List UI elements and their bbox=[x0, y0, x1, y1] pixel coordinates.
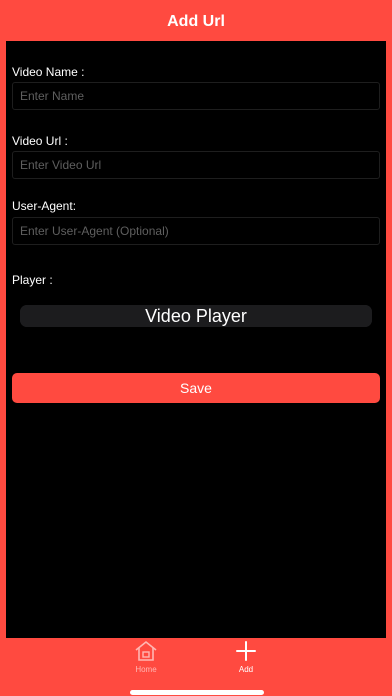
segment-video-player[interactable]: Video Player bbox=[20, 305, 372, 327]
player-segmented-control[interactable]: Video Player bbox=[20, 305, 372, 327]
video-name-input[interactable] bbox=[12, 82, 380, 110]
tab-bar: Home Add bbox=[0, 638, 392, 696]
tab-home-label: Home bbox=[135, 665, 157, 674]
video-url-input[interactable] bbox=[12, 151, 380, 179]
video-name-label: Video Name : bbox=[12, 65, 85, 79]
home-indicator bbox=[130, 690, 264, 695]
save-button[interactable]: Save bbox=[12, 373, 380, 403]
plus-icon bbox=[236, 641, 256, 661]
page-title: Add Url bbox=[167, 13, 225, 30]
add-url-form: Video Name : Video Url : User-Agent: Pla… bbox=[6, 41, 386, 638]
user-agent-label: User-Agent: bbox=[12, 199, 77, 213]
tab-add[interactable]: Add bbox=[216, 640, 276, 680]
house-icon bbox=[135, 641, 157, 661]
tab-home[interactable]: Home bbox=[116, 640, 176, 680]
tab-add-label: Add bbox=[238, 665, 254, 674]
user-agent-input[interactable] bbox=[12, 217, 380, 245]
video-url-label: Video Url : bbox=[12, 134, 68, 148]
player-label: Player : bbox=[12, 273, 53, 287]
